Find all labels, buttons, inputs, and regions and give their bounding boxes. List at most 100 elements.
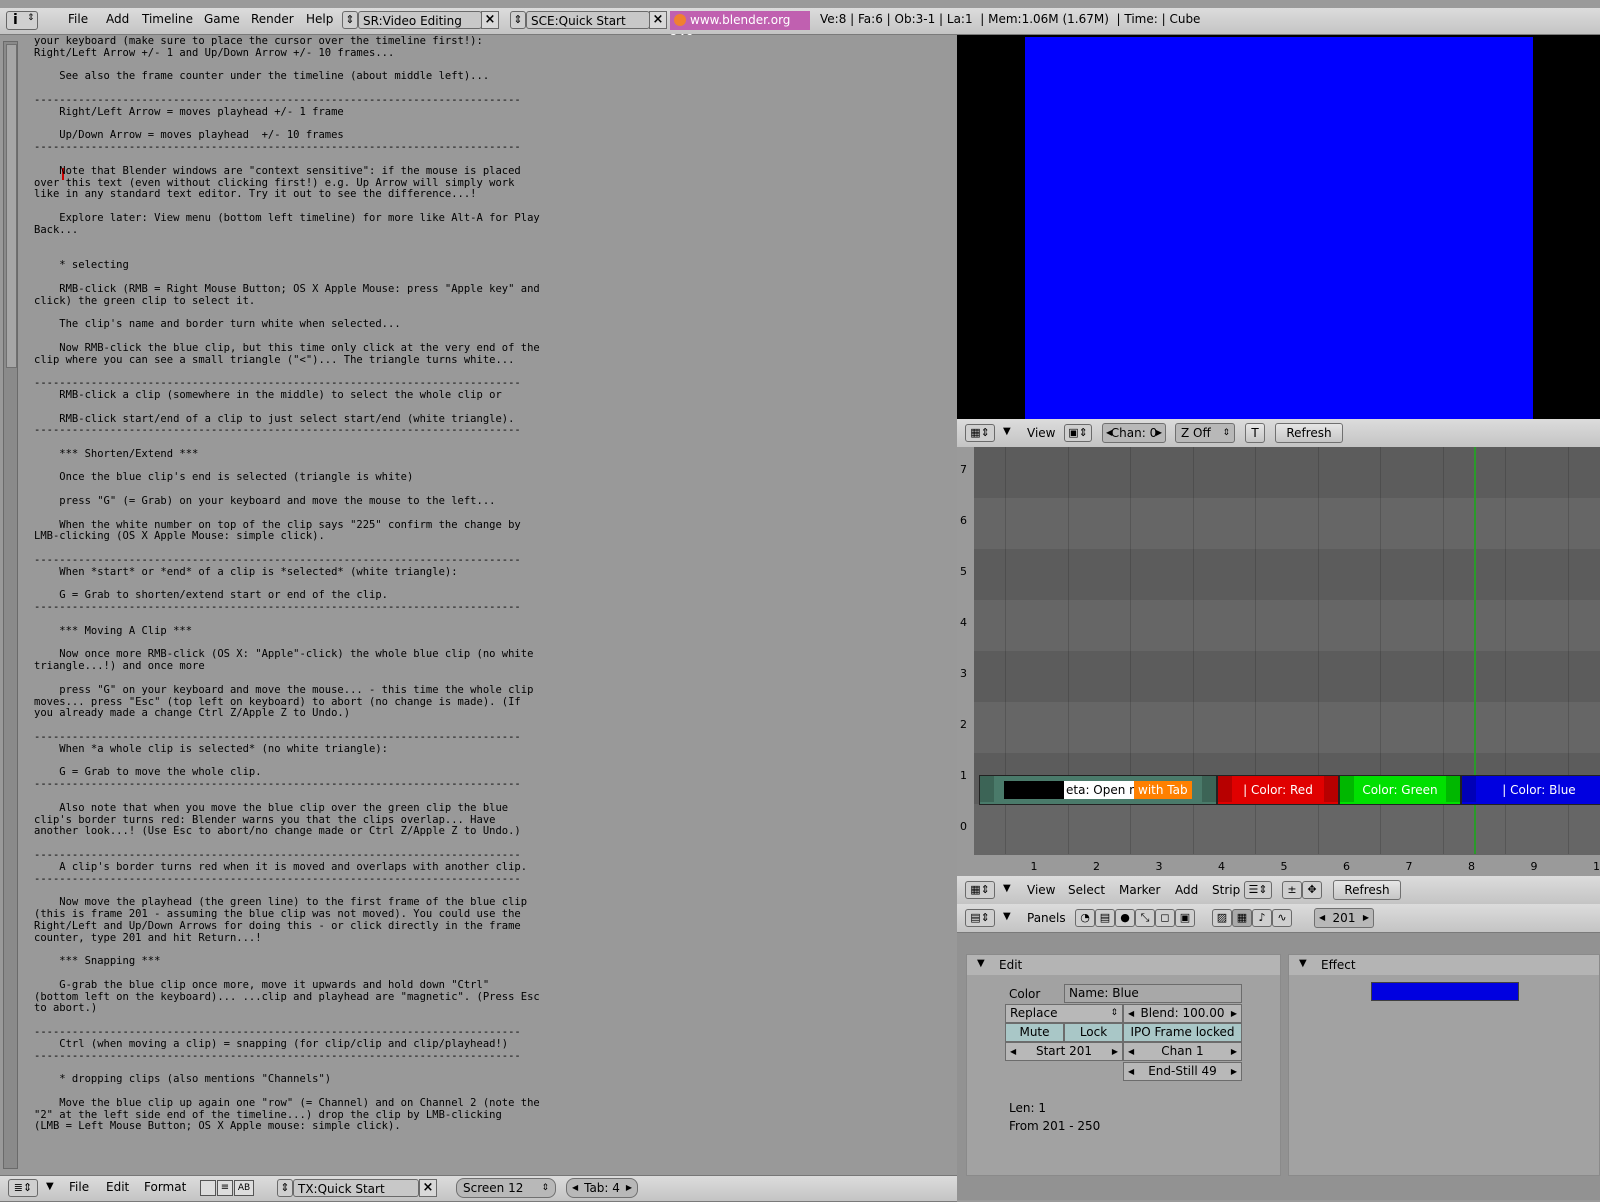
text-line xyxy=(34,944,934,956)
text-line: Ctrl (when moving a clip) = snapping (fo… xyxy=(34,1037,509,1050)
preview-window-type-button[interactable]: ▦⇕ xyxy=(965,424,995,442)
strip-label: | Color: Blue xyxy=(1502,783,1576,797)
preview-menu-view[interactable]: View xyxy=(1027,426,1055,440)
seq-menu-select[interactable]: Select xyxy=(1068,883,1105,897)
collapse-triangle-icon[interactable]: ▼ xyxy=(46,1181,54,1192)
text-line: See also the frame counter under the tim… xyxy=(34,70,490,83)
seq-menu-view[interactable]: View xyxy=(1027,883,1055,897)
sequencer-timeline[interactable]: 7654321012345678910eta: Open mewith Tab|… xyxy=(957,447,1600,876)
chan-field[interactable]: ◀ Chan: 0 ▶ xyxy=(1102,423,1166,443)
collapse-triangle-icon[interactable]: ▼ xyxy=(1003,883,1011,894)
scene-icon[interactable]: ▣ xyxy=(1175,909,1195,927)
render-icon[interactable]: ▨ xyxy=(1212,909,1232,927)
menu-timeline[interactable]: Timeline xyxy=(142,12,193,26)
panels-menu[interactable]: Panels xyxy=(1027,911,1066,925)
text-browse-button[interactable]: ⇕ xyxy=(277,1179,293,1197)
seq-window-type-button[interactable]: ▦⇕ xyxy=(965,881,995,899)
screen-number-field[interactable]: Screen 12 ⇕ xyxy=(456,1178,556,1198)
sequence-strip[interactable]: | Color: Blue xyxy=(1461,775,1600,805)
wave-icon[interactable]: ∿ xyxy=(1272,909,1292,927)
sequence-strip[interactable]: | Color: Red xyxy=(1217,775,1339,805)
sequencer-strip-icon[interactable]: ▦ xyxy=(1232,909,1252,927)
zoom-icon: ± xyxy=(1287,883,1297,896)
seq-display-mode-button[interactable]: ☰⇕ xyxy=(1244,881,1272,899)
blend-field[interactable]: ◀ Blend: 100.00 ▶ xyxy=(1123,1004,1242,1023)
seq-menu-marker[interactable]: Marker xyxy=(1119,883,1160,897)
channel-label: 0 xyxy=(960,820,967,833)
ipo-frame-locked-toggle[interactable]: IPO Frame locked xyxy=(1123,1023,1242,1042)
menu-render[interactable]: Render xyxy=(251,12,294,26)
menu-game[interactable]: Game xyxy=(204,12,240,26)
text-window-type-button[interactable]: ≣⇕ xyxy=(8,1179,38,1197)
edit-panel-header[interactable]: ▼ Edit xyxy=(967,955,1280,975)
collapse-triangle-icon[interactable]: ▼ xyxy=(977,958,985,969)
buttons-window-type-button[interactable]: ▤⇕ xyxy=(965,909,995,927)
lock-toggle[interactable]: Lock xyxy=(1064,1023,1123,1042)
line-numbers-toggle[interactable]: ≡ xyxy=(217,1180,233,1196)
scene-browse-button[interactable]: ⇕ xyxy=(510,11,526,29)
text-menu-edit[interactable]: Edit xyxy=(106,1180,129,1194)
text-scrollbar[interactable] xyxy=(3,41,18,1169)
start-field[interactable]: ◀ Start 201 ▶ xyxy=(1005,1042,1123,1061)
strip-end-handle[interactable] xyxy=(1202,776,1216,802)
strip-label: Color: Green xyxy=(1362,783,1438,797)
text-line: like in any standard text editor. Try it… xyxy=(34,188,477,201)
tab-width-field[interactable]: ◀ Tab: 4 ▶ xyxy=(566,1178,638,1198)
strip-label-extra: with Tab xyxy=(1134,781,1192,799)
sequence-strip[interactable]: eta: Open me with Tab xyxy=(979,775,1217,805)
zoff-dropdown[interactable]: Z Off ⇕ xyxy=(1175,423,1235,443)
blend-mode-dropdown[interactable]: Replace ⇕ xyxy=(1005,1004,1123,1023)
text-menu-file[interactable]: File xyxy=(69,1180,89,1194)
display-mode-button[interactable]: ▣⇕ xyxy=(1064,424,1092,442)
t-toggle-button[interactable]: T xyxy=(1245,423,1265,443)
sequencer-icon: ▦⇕ xyxy=(970,883,990,896)
blender-url-link[interactable]: www.blender.org 246 xyxy=(670,11,810,46)
menu-add[interactable]: Add xyxy=(106,12,129,26)
screen-delete-button[interactable]: × xyxy=(481,11,499,29)
mute-toggle[interactable]: Mute xyxy=(1005,1023,1064,1042)
zoom-button[interactable]: ± xyxy=(1282,881,1302,899)
menu-file[interactable]: File xyxy=(68,12,88,26)
collapse-triangle-icon[interactable]: ▼ xyxy=(1003,911,1011,922)
text-line: Move the blue clip up again one "row" (=… xyxy=(34,1096,540,1109)
seq-menu-strip[interactable]: Strip xyxy=(1212,883,1240,897)
object-icon[interactable]: ⤡ xyxy=(1135,909,1155,927)
text-menu-format[interactable]: Format xyxy=(144,1180,186,1194)
sound-icon[interactable]: ♪ xyxy=(1252,909,1272,927)
text-name-field[interactable]: TX:Quick Start xyxy=(293,1179,419,1197)
scrollbar-thumb[interactable] xyxy=(6,44,17,368)
seq-refresh-button[interactable]: Refresh xyxy=(1333,880,1401,900)
preview-refresh-button[interactable]: Refresh xyxy=(1275,423,1343,443)
end-still-field[interactable]: ◀ End-Still 49 ▶ xyxy=(1123,1062,1242,1081)
color-swatch[interactable] xyxy=(1371,982,1519,1001)
screen-name-field[interactable]: SR:Video Editing xyxy=(358,11,482,29)
increment-arrow-icon: ▶ xyxy=(1230,1009,1237,1018)
collapse-triangle-icon[interactable]: ▼ xyxy=(1003,426,1011,437)
editing-icon[interactable]: ◻ xyxy=(1155,909,1175,927)
script-icon[interactable]: ▤ xyxy=(1095,909,1115,927)
text-delete-button[interactable]: × xyxy=(419,1179,437,1197)
pan-button[interactable]: ✥ xyxy=(1302,881,1322,899)
frame-counter-field[interactable]: ◀ 201 ▶ xyxy=(1314,908,1374,928)
info-window-type-button[interactable]: i ⇕ xyxy=(6,11,38,30)
fullscreen-toggle[interactable] xyxy=(200,1180,216,1196)
text-line: Back... xyxy=(34,223,79,236)
decrement-arrow-icon: ◀ xyxy=(1128,1067,1135,1076)
sequence-strip[interactable]: Color: Green xyxy=(1339,775,1461,805)
strip-start-handle[interactable] xyxy=(980,776,994,802)
scene-delete-button[interactable]: × xyxy=(649,11,667,29)
effect-panel-header[interactable]: ▼ Effect xyxy=(1289,955,1599,975)
logic-icon[interactable]: ◔ xyxy=(1075,909,1095,927)
screen-browse-button[interactable]: ⇕ xyxy=(342,11,358,29)
text-content[interactable]: your keyboard (make sure to place the cu… xyxy=(34,36,934,1166)
seq-menu-add[interactable]: Add xyxy=(1175,883,1198,897)
shading-icon[interactable]: ● xyxy=(1115,909,1135,927)
collapse-triangle-icon[interactable]: ▼ xyxy=(1299,958,1307,969)
syntax-toggle[interactable]: AB xyxy=(234,1180,254,1196)
chan-number-field[interactable]: ◀ Chan 1 ▶ xyxy=(1123,1042,1242,1061)
menu-help[interactable]: Help xyxy=(306,12,333,26)
text-line: triangle...!) and once more xyxy=(34,660,205,673)
scene-name-field[interactable]: SCE:Quick Start xyxy=(526,11,650,29)
text-line xyxy=(34,237,934,249)
strip-name-field[interactable]: Name: Blue xyxy=(1064,984,1242,1003)
